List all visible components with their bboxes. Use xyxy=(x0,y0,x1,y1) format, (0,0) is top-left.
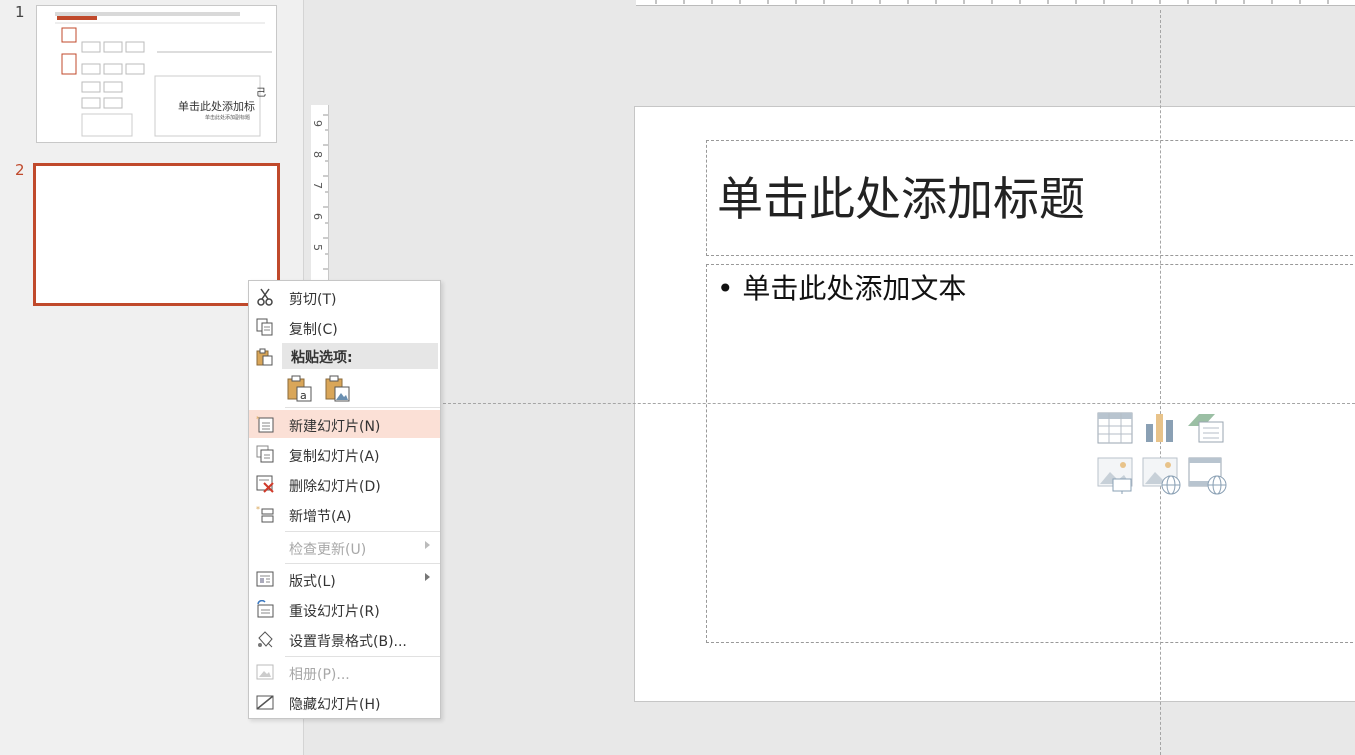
horizontal-ruler xyxy=(636,0,1355,6)
thumbnail-1-edge-char: 己 xyxy=(256,88,266,99)
table-icon[interactable] xyxy=(1097,412,1133,444)
menu-item-format-background-label: 设置背景格式(B)... xyxy=(289,634,407,650)
paste-options-label: 粘贴选项: xyxy=(291,350,353,366)
menu-item-add-section[interactable]: * 新增节(A) xyxy=(249,500,440,528)
ruler-number-8: 8 xyxy=(311,151,324,158)
slide-thumbnail-1[interactable]: 单击此处添加标 单击此处添加副标题 己 xyxy=(36,5,277,143)
menu-item-duplicate-slide-label: 复制幻灯片(A) xyxy=(289,449,380,465)
slide-number-2: 2 xyxy=(15,161,25,179)
hide-slide-icon xyxy=(256,695,274,710)
delete-slide-icon xyxy=(256,475,274,493)
smartart-icon[interactable] xyxy=(1187,412,1225,444)
thumbnail-1-subtitle: 单击此处添加副标题 xyxy=(205,115,251,121)
menu-separator xyxy=(285,656,440,657)
new-slide-icon: * xyxy=(256,415,274,433)
vertical-guide-line xyxy=(1160,10,1161,755)
menu-separator xyxy=(285,531,440,532)
photo-album-icon xyxy=(256,664,274,680)
slide-canvas[interactable]: 单击此处添加标题 • 单击此处添加文本 xyxy=(634,106,1355,702)
menu-item-duplicate-slide[interactable]: 复制幻灯片(A) xyxy=(249,440,440,468)
menu-item-photo-album-label: 相册(P)... xyxy=(289,667,350,683)
horizontal-guide-line xyxy=(443,403,1355,404)
menu-separator xyxy=(285,407,440,408)
picture-icon[interactable] xyxy=(1097,457,1135,495)
title-placeholder-text: 单击此处添加标题 xyxy=(717,172,1085,226)
menu-item-photo-album: 相册(P)... xyxy=(249,658,440,686)
menu-item-layout-label: 版式(L) xyxy=(289,574,336,590)
menu-item-reset-slide[interactable]: 重设幻灯片(R) xyxy=(249,595,440,623)
menu-item-format-background[interactable]: 设置背景格式(B)... xyxy=(249,625,440,653)
vertical-ruler-ticks xyxy=(323,114,328,270)
svg-text:a: a xyxy=(300,389,307,402)
layout-icon xyxy=(256,571,274,587)
submenu-arrow-icon xyxy=(425,573,430,581)
ruler-number-6: 6 xyxy=(311,213,324,220)
svg-text:*: * xyxy=(256,505,260,514)
menu-item-hide-slide[interactable]: 隐藏幻灯片(H) xyxy=(249,688,440,716)
menu-item-add-section-label: 新增节(A) xyxy=(289,509,352,525)
paste-icon xyxy=(256,348,273,366)
duplicate-slide-icon xyxy=(256,445,274,463)
menu-item-delete-slide-label: 删除幻灯片(D) xyxy=(289,479,381,495)
keep-text-only-paste-icon[interactable]: a xyxy=(287,375,313,403)
thumbnail-1-title: 单击此处添加标 xyxy=(178,100,255,113)
slide-number-1: 1 xyxy=(15,3,25,21)
add-section-icon: * xyxy=(256,505,274,523)
menu-item-cut-label: 剪切(T) xyxy=(289,292,337,308)
horizontal-ruler-ticks xyxy=(655,0,1329,4)
menu-item-delete-slide[interactable]: 删除幻灯片(D) xyxy=(249,470,440,498)
picture-paste-icon[interactable] xyxy=(325,375,351,403)
title-placeholder[interactable]: 单击此处添加标题 xyxy=(706,140,1355,256)
video-icon[interactable] xyxy=(1188,457,1228,495)
menu-item-check-updates-label: 检查更新(U) xyxy=(289,542,367,558)
scissors-icon xyxy=(257,288,273,306)
menu-item-hide-slide-label: 隐藏幻灯片(H) xyxy=(289,697,381,713)
online-picture-icon[interactable] xyxy=(1142,457,1182,495)
menu-item-copy[interactable]: 复制(C) xyxy=(249,313,440,341)
chart-icon[interactable] xyxy=(1144,410,1176,444)
menu-item-new-slide[interactable]: * 新建幻灯片(N) xyxy=(249,410,440,438)
thumbnail-1-preview-icon xyxy=(55,12,272,137)
menu-item-copy-label: 复制(C) xyxy=(289,322,338,338)
copy-icon xyxy=(256,318,273,336)
reset-slide-icon xyxy=(257,600,274,618)
menu-separator xyxy=(285,563,440,564)
menu-item-reset-slide-label: 重设幻灯片(R) xyxy=(289,604,380,620)
menu-item-check-updates: 检查更新(U) xyxy=(249,533,440,561)
submenu-arrow-icon xyxy=(425,541,430,549)
ruler-number-7: 7 xyxy=(311,182,324,189)
ruler-number-5: 5 xyxy=(311,244,324,251)
body-placeholder[interactable]: • 单击此处添加文本 xyxy=(706,264,1355,643)
format-background-icon xyxy=(258,631,273,648)
vertical-ruler: 9 8 7 6 5 xyxy=(311,105,329,280)
ruler-number-9: 9 xyxy=(311,120,324,127)
slide-thumbnail-2-selected[interactable] xyxy=(33,163,280,306)
menu-item-new-slide-label: 新建幻灯片(N) xyxy=(289,419,381,435)
context-menu: 剪切(T) 复制(C) 粘贴选项: a * 新建幻灯片(N) 复制幻灯片(A) … xyxy=(248,280,441,719)
svg-text:*: * xyxy=(256,415,260,423)
paste-options-header: 粘贴选项: xyxy=(282,343,438,369)
body-placeholder-text: • 单击此处添加文本 xyxy=(717,272,967,305)
menu-item-layout[interactable]: 版式(L) xyxy=(249,565,440,593)
menu-item-cut[interactable]: 剪切(T) xyxy=(249,283,440,311)
